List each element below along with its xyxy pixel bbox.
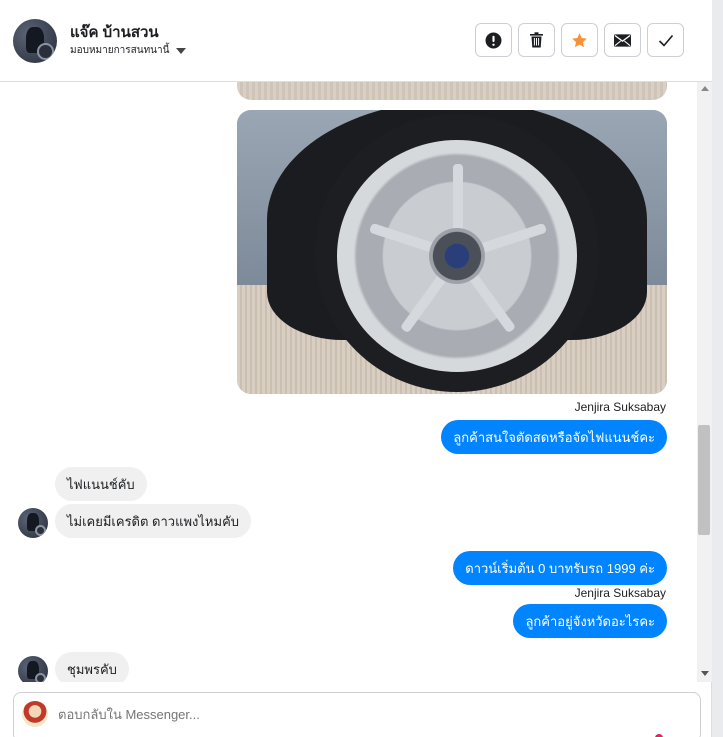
delete-button[interactable] <box>518 23 555 57</box>
incoming-message[interactable]: ไฟแนนช์คับ <box>55 467 147 501</box>
incoming-message[interactable]: ไม่เคยมีเครดิต ดาวแพงไหมคับ <box>55 504 252 538</box>
mark-unread-button[interactable] <box>604 23 641 57</box>
thread-scrollbar[interactable] <box>697 82 712 682</box>
scrollbar-thumb[interactable] <box>698 425 710 535</box>
header-actions <box>475 23 684 57</box>
envelope-icon <box>614 33 631 47</box>
page-avatar <box>22 701 48 727</box>
check-icon <box>658 34 673 47</box>
assign-conversation-dropdown[interactable]: มอบหมายการสนทนานี้ <box>70 43 187 58</box>
message-thread[interactable]: Jenjira Suksabay ลูกค้าสนใจตัดสดหรือจัดไ… <box>0 82 697 682</box>
contact-avatar[interactable] <box>13 19 57 63</box>
star-button[interactable] <box>561 23 598 57</box>
incoming-message[interactable]: ชุมพรคับ <box>55 652 129 682</box>
attachment-photo-partial[interactable] <box>237 82 667 100</box>
reply-composer <box>13 692 701 737</box>
conversation-header: แจ๊ค บ้านสวน มอบหมายการสนทนานี้ <box>0 0 712 82</box>
mark-done-button[interactable] <box>647 23 684 57</box>
report-button[interactable] <box>475 23 512 57</box>
sender-name: Jenjira Suksabay <box>574 400 666 414</box>
star-icon <box>572 32 587 47</box>
contact-name[interactable]: แจ๊ค บ้านสวน <box>70 20 159 44</box>
scroll-down-arrow-icon[interactable] <box>701 671 709 676</box>
scroll-up-arrow-icon[interactable] <box>701 86 709 91</box>
outgoing-message[interactable]: ลูกค้าสนใจตัดสดหรือจัดไฟแนนช์คะ <box>441 420 667 454</box>
assign-label: มอบหมายการสนทนานี้ <box>70 45 170 56</box>
contact-avatar-small[interactable] <box>18 656 48 682</box>
reply-input[interactable] <box>58 707 618 722</box>
caret-down-icon <box>176 47 187 54</box>
attachment-photo-wheel[interactable] <box>237 110 667 394</box>
outgoing-message[interactable]: ลูกค้าอยู่จังหวัดอะไรคะ <box>513 604 667 638</box>
exclamation-circle-icon <box>485 32 502 48</box>
trash-icon <box>530 32 543 48</box>
sender-name: Jenjira Suksabay <box>574 586 666 600</box>
contact-avatar-small[interactable] <box>18 508 48 538</box>
conversation-panel: แจ๊ค บ้านสวน มอบหมายการสนทนานี้ Jenjira … <box>0 0 712 737</box>
outgoing-message[interactable]: ดาวน์เริ่มต้น 0 บาทรับรถ 1999 ค่ะ <box>453 551 667 585</box>
